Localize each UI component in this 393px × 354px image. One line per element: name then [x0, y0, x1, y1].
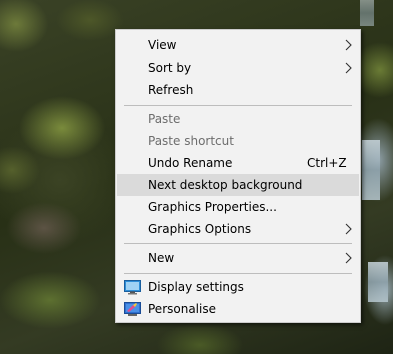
keyboard-shortcut: Ctrl+Z [307, 156, 347, 170]
menu-item-label: Graphics Properties... [148, 200, 277, 214]
menu-item-label: Undo Rename [148, 156, 233, 170]
menu-separator [124, 243, 352, 244]
menu-item-label: Paste shortcut [148, 134, 234, 148]
menu-item-label: Display settings [148, 280, 244, 294]
menu-separator [124, 105, 352, 106]
menu-item-personalise[interactable]: Personalise [117, 298, 359, 320]
menu-item-label: Sort by [148, 61, 192, 75]
chevron-right-icon [345, 39, 352, 51]
waterfall-stream [368, 262, 388, 302]
chevron-right-icon [345, 223, 352, 235]
menu-item-graphics-options[interactable]: Graphics Options [117, 218, 359, 240]
menu-item-graphics-properties[interactable]: Graphics Properties... [117, 196, 359, 218]
menu-item-label: Next desktop background [148, 178, 303, 192]
menu-item-label: Personalise [148, 302, 216, 316]
menu-item-label: Graphics Options [148, 222, 252, 236]
menu-item-new[interactable]: New [117, 247, 359, 269]
waterfall-stream [360, 0, 374, 26]
menu-separator [124, 273, 352, 274]
menu-item-refresh[interactable]: Refresh [117, 79, 359, 101]
menu-item-view[interactable]: View [117, 34, 359, 56]
waterfall-stream [362, 140, 380, 200]
display-settings-icon [124, 280, 141, 295]
menu-item-paste-shortcut[interactable]: Paste shortcut [117, 130, 359, 152]
menu-item-label: New [148, 251, 175, 265]
menu-item-sort-by[interactable]: Sort by [117, 57, 359, 79]
menu-item-paste[interactable]: Paste [117, 108, 359, 130]
personalise-icon [124, 302, 141, 316]
menu-item-label: Refresh [148, 83, 194, 97]
chevron-right-icon [345, 62, 352, 74]
menu-item-next-desktop-background[interactable]: Next desktop background [117, 174, 359, 196]
chevron-right-icon [345, 252, 352, 264]
menu-item-undo-rename[interactable]: Undo Rename Ctrl+Z [117, 152, 359, 174]
desktop-context-menu: View Sort by Refresh Paste Paste shortcu… [115, 29, 361, 323]
menu-item-label: View [148, 38, 177, 52]
menu-item-label: Paste [148, 112, 181, 126]
menu-item-display-settings[interactable]: Display settings [117, 276, 359, 298]
